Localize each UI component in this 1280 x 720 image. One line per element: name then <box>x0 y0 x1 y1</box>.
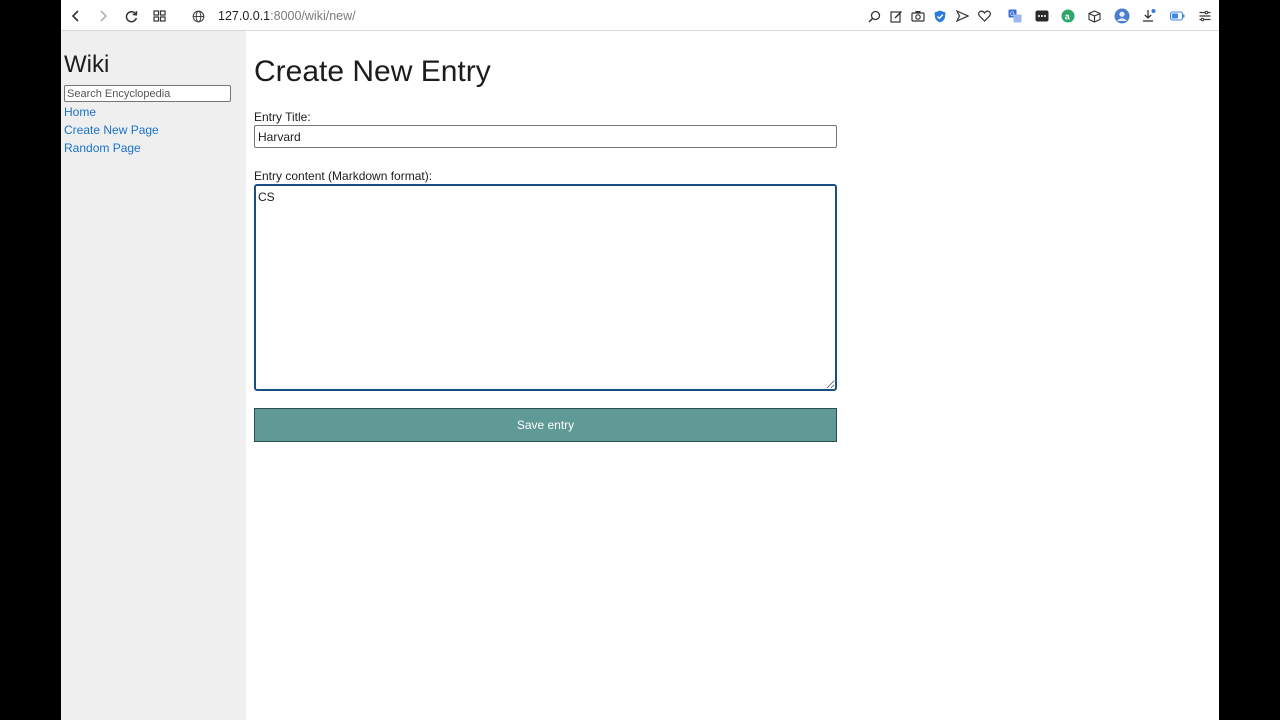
page-title: Create New Entry <box>254 55 491 88</box>
heart-icon[interactable] <box>974 6 994 26</box>
browser-toolbar: 127.0.0.1:8000/wiki/new/ G a <box>61 0 1219 31</box>
a-icon[interactable]: a <box>1058 6 1078 26</box>
send-icon[interactable] <box>952 6 972 26</box>
sidebar-link-random-page[interactable]: Random Page <box>64 141 141 155</box>
sidebar: Wiki Home Create New Page Random Page <box>61 31 246 720</box>
edit-icon[interactable] <box>886 6 906 26</box>
globe-icon[interactable] <box>188 6 208 26</box>
zoom-icon[interactable] <box>864 6 884 26</box>
address-bar[interactable]: 127.0.0.1:8000/wiki/new/ <box>218 8 356 24</box>
save-entry-button[interactable]: Save entry <box>254 408 837 442</box>
profile-icon[interactable] <box>1112 6 1132 26</box>
entry-title-field[interactable] <box>254 125 837 148</box>
sidebar-link-create-new-page[interactable]: Create New Page <box>64 123 159 137</box>
reload-icon[interactable] <box>121 6 141 26</box>
camera-icon[interactable] <box>908 6 928 26</box>
menu-icon[interactable] <box>1195 6 1215 26</box>
download-icon[interactable] <box>1139 6 1159 26</box>
back-arrow-icon[interactable] <box>66 6 86 26</box>
translate-icon[interactable]: G <box>1005 6 1025 26</box>
cube-icon[interactable] <box>1084 6 1104 26</box>
battery-icon[interactable] <box>1167 6 1187 26</box>
sidebar-title: Wiki <box>64 51 110 78</box>
sidebar-link-home[interactable]: Home <box>64 105 96 119</box>
url-host: 127.0.0.1 <box>218 9 271 23</box>
entry-content-field[interactable]: CS <box>254 184 837 391</box>
shield-check-icon[interactable] <box>930 6 950 26</box>
tab-grid-icon[interactable] <box>149 6 169 26</box>
browser-window: 127.0.0.1:8000/wiki/new/ G a Wiki Search… <box>61 0 1219 720</box>
search-input[interactable] <box>64 85 231 102</box>
url-path: :8000/wiki/new/ <box>270 9 356 23</box>
page-content: Wiki Home Create New Page Random Page Cr… <box>61 31 1219 720</box>
entry-title-label: Entry Title: <box>254 110 311 124</box>
svg-text:G: G <box>1010 12 1015 18</box>
dots-icon[interactable] <box>1032 6 1052 26</box>
entry-content-label: Entry content (Markdown format): <box>254 169 433 183</box>
forward-arrow-icon[interactable] <box>93 6 113 26</box>
